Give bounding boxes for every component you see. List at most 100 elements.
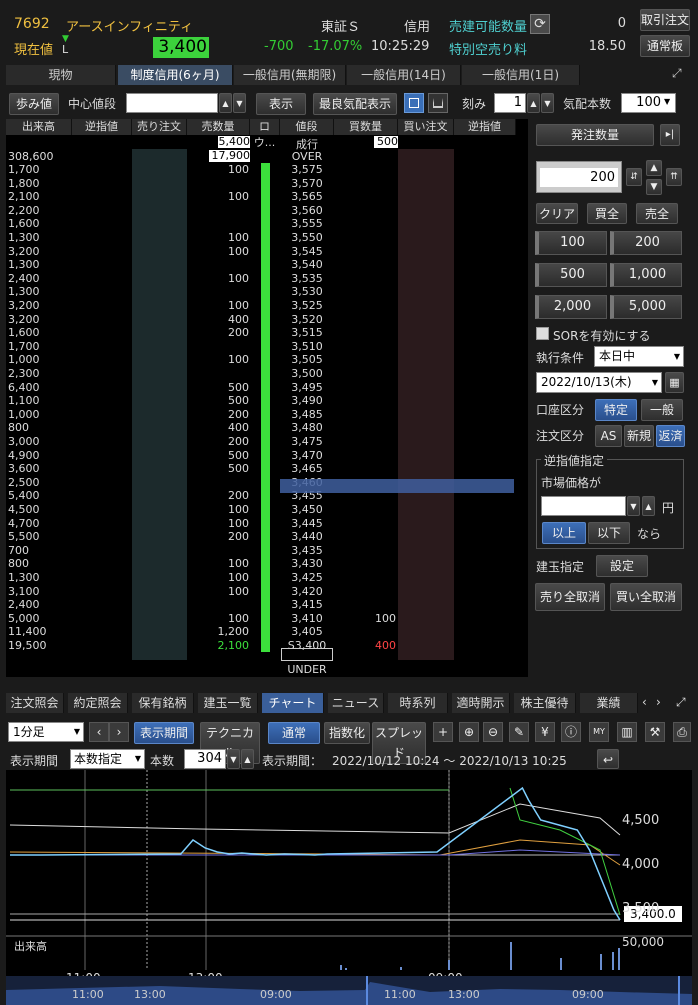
count-down-icon[interactable]: ▼ bbox=[227, 749, 240, 769]
above-button[interactable]: 以上 bbox=[542, 522, 586, 544]
board-row[interactable]: 2,400 3,415 bbox=[6, 598, 528, 611]
position-setting-button[interactable]: 設定 bbox=[596, 555, 648, 577]
quick-qty-1000-button[interactable]: 1,000 bbox=[610, 263, 682, 287]
board-row[interactable]: 5,500 200 3,440 bbox=[6, 530, 528, 543]
center-price-dropdown-icon[interactable]: ▲ bbox=[219, 93, 232, 113]
tab-next-icon[interactable]: › bbox=[656, 695, 661, 709]
order-as-button[interactable]: AS bbox=[595, 425, 622, 447]
refresh-icon[interactable]: ⟳ bbox=[530, 14, 550, 34]
qty-max-icon[interactable]: ⇈ bbox=[666, 168, 682, 186]
board-row[interactable]: 1,300 100 3,550 bbox=[6, 231, 528, 244]
board-row[interactable]: 6,400 500 3,495 bbox=[6, 381, 528, 394]
board-row[interactable]: 3,600 500 3,465 bbox=[6, 462, 528, 475]
sell-cancel-all-button[interactable]: 売り全取消 bbox=[535, 583, 605, 611]
split-layout-icon[interactable] bbox=[428, 93, 448, 113]
board-row[interactable]: 11,400 1,200 3,405 bbox=[6, 625, 528, 638]
ayumi-button[interactable]: 歩み値 bbox=[9, 93, 59, 115]
tab-execution[interactable]: 約定照会 bbox=[68, 693, 128, 713]
chart-expand-icon[interactable]: ⤢ bbox=[676, 695, 686, 710]
board-row[interactable]: 700 3,435 bbox=[6, 544, 528, 557]
tab-disclosure[interactable]: 適時開示 bbox=[452, 693, 510, 713]
board-row[interactable]: 1,700 3,510 bbox=[6, 340, 528, 353]
draw-pencil-icon[interactable]: ✎ bbox=[509, 722, 529, 742]
index-mode-button[interactable]: 指数化 bbox=[324, 722, 370, 744]
board-row[interactable]: 2,100 100 3,565 bbox=[6, 190, 528, 203]
center-price-input[interactable] bbox=[126, 93, 218, 113]
tab-news[interactable]: ニュース bbox=[328, 693, 384, 713]
tab-ippan-14[interactable]: 一般信用(14日) bbox=[347, 65, 461, 85]
show-button[interactable]: 表示 bbox=[256, 93, 306, 115]
quick-qty-5000-button[interactable]: 5,000 bbox=[610, 295, 682, 319]
qty-up-icon[interactable]: ▲ bbox=[646, 160, 662, 176]
quick-qty-200-button[interactable]: 200 bbox=[610, 231, 682, 255]
best-quote-button[interactable]: 最良気配表示 bbox=[313, 93, 397, 115]
board-row[interactable]: 1,300 3,540 bbox=[6, 258, 528, 271]
board-row[interactable]: 2,300 3,500 bbox=[6, 367, 528, 380]
board-row[interactable]: 1,000 200 3,485 bbox=[6, 408, 528, 421]
tab-timeseries[interactable]: 時系列 bbox=[388, 693, 448, 713]
below-button[interactable]: 以下 bbox=[588, 522, 630, 544]
stop-price-down-icon[interactable]: ▼ bbox=[627, 496, 640, 516]
board-row[interactable]: 800 400 3,480 bbox=[6, 421, 528, 434]
chart-next-icon[interactable]: › bbox=[109, 722, 129, 742]
single-layout-icon[interactable] bbox=[404, 93, 424, 113]
qty-down-icon[interactable]: ▼ bbox=[646, 179, 662, 195]
board-row[interactable]: 1,300 3,530 bbox=[6, 285, 528, 298]
kizami-input[interactable]: 1 bbox=[494, 93, 526, 113]
settings-wrench-icon[interactable]: ⚒ bbox=[645, 722, 665, 742]
tab-chart[interactable]: チャート bbox=[262, 693, 324, 713]
board-row[interactable]: 5,000 100 3,410 100 bbox=[6, 612, 528, 625]
tab-prev-icon[interactable]: ‹ bbox=[642, 695, 647, 709]
count-up-icon[interactable]: ▲ bbox=[241, 749, 254, 769]
date-select[interactable]: 2022/10/13(木) ▼ bbox=[536, 372, 662, 393]
quick-qty-100-button[interactable]: 100 bbox=[535, 231, 607, 255]
print-icon[interactable]: ⎙ bbox=[673, 722, 691, 742]
board-row[interactable]: 1,600 3,555 bbox=[6, 217, 528, 230]
period-button[interactable]: 表示期間 bbox=[134, 722, 194, 744]
center-price-down-icon[interactable]: ▼ bbox=[233, 93, 246, 113]
normal-board-button[interactable]: 通常板 bbox=[640, 35, 690, 57]
board-row[interactable]: 1,800 3,570 bbox=[6, 177, 528, 190]
order-new-button[interactable]: 新規 bbox=[624, 425, 654, 447]
panel-collapse-icon[interactable]: ▸| bbox=[660, 124, 680, 146]
board-row[interactable]: 1,300 100 3,425 bbox=[6, 571, 528, 584]
zoom-out-icon[interactable]: ⊖ bbox=[483, 722, 503, 742]
board-row[interactable]: 1,700 100 3,575 bbox=[6, 163, 528, 176]
tab-order-inquiry[interactable]: 注文照会 bbox=[6, 693, 64, 713]
trade-order-button[interactable]: 取引注文 bbox=[640, 9, 690, 31]
nav-handle-left[interactable] bbox=[366, 976, 368, 1005]
quick-qty-2000-button[interactable]: 2,000 bbox=[535, 295, 607, 319]
zoom-in-icon[interactable]: ⊕ bbox=[459, 722, 479, 742]
board-row[interactable]: 1,100 500 3,490 bbox=[6, 394, 528, 407]
account-tokutei-button[interactable]: 特定 bbox=[595, 399, 637, 421]
yen-icon[interactable]: ¥ bbox=[535, 722, 555, 742]
sor-checkbox[interactable] bbox=[536, 327, 549, 340]
board-row[interactable]: 1,600 200 3,515 bbox=[6, 326, 528, 339]
tab-positions[interactable]: 建玉一覧 bbox=[198, 693, 258, 713]
tab-ippan-1[interactable]: 一般信用(1日) bbox=[462, 65, 580, 85]
board-row[interactable]: 3,000 200 3,475 bbox=[6, 435, 528, 448]
tab-genbutsu[interactable]: 現物 bbox=[6, 65, 116, 85]
quick-qty-500-button[interactable]: 500 bbox=[535, 263, 607, 287]
board-row[interactable]: 3,100 100 3,420 bbox=[6, 585, 528, 598]
clear-button[interactable]: クリア bbox=[536, 203, 578, 224]
chart-prev-icon[interactable]: ‹ bbox=[89, 722, 109, 742]
crosshair-icon[interactable]: + bbox=[433, 722, 453, 742]
board-row[interactable]: 3,200 100 3,545 bbox=[6, 245, 528, 258]
board-row[interactable]: 4,500 100 3,450 bbox=[6, 503, 528, 516]
kizami-down-icon[interactable]: ▼ bbox=[541, 93, 554, 113]
buy-cancel-all-button[interactable]: 買い全取消 bbox=[610, 583, 682, 611]
sell-all-button[interactable]: 売全 bbox=[636, 203, 678, 224]
board-row[interactable]: 2,200 3,560 bbox=[6, 204, 528, 217]
board-row[interactable]: 3,200 100 3,525 bbox=[6, 299, 528, 312]
board-row[interactable]: 4,900 500 3,470 bbox=[6, 449, 528, 462]
tab-seido[interactable]: 制度信用(6ヶ月) bbox=[118, 65, 233, 85]
buy-all-button[interactable]: 買全 bbox=[587, 203, 627, 224]
price-chart[interactable]: 3,400.0 4,500 4,000 3,500 出来高 50,000 11:… bbox=[0, 770, 698, 1005]
volume-profile-icon[interactable]: ▥ bbox=[617, 722, 637, 742]
account-ippan-button[interactable]: 一般 bbox=[641, 399, 683, 421]
board-row[interactable]: 3,200 400 3,520 bbox=[6, 313, 528, 326]
qty-reset-icon[interactable]: ⇵ bbox=[626, 168, 642, 186]
board-row[interactable]: 19,500 2,100 S3,400 400 bbox=[6, 639, 528, 652]
cond-select[interactable]: 本日中 ▼ bbox=[594, 346, 684, 367]
